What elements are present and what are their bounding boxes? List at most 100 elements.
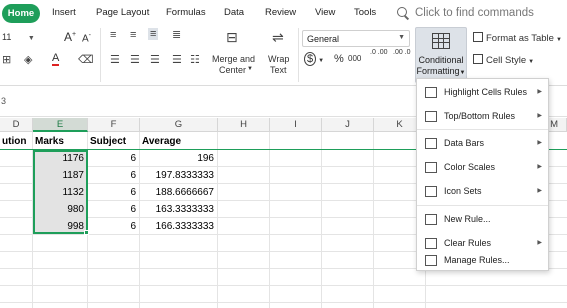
- conditional-formatting-button[interactable]: Conditional Formatting▼: [415, 27, 467, 83]
- menu-item-label: Highlight Cells Rules: [444, 87, 528, 97]
- wrap-text-button[interactable]: ⇌ Wrap Text: [264, 28, 294, 80]
- command-search[interactable]: Click to find commands: [396, 4, 534, 22]
- tab-insert[interactable]: Insert: [52, 7, 76, 18]
- chevron-down-icon: ▼: [247, 66, 253, 72]
- wrap-text-icon: ⇌: [272, 29, 284, 45]
- align-middle-icon[interactable]: ≡: [130, 29, 136, 41]
- cell-marks[interactable]: 1176: [33, 150, 87, 167]
- icon-sets-icon: [425, 186, 437, 197]
- justify-icon[interactable]: ☰: [172, 54, 182, 66]
- gridline: [0, 285, 567, 286]
- cell-marks[interactable]: 998: [33, 218, 87, 235]
- percent-button[interactable]: %: [334, 53, 344, 65]
- merge-and-center-button[interactable]: ⊟ Merge and Center ▼: [212, 28, 258, 80]
- gridline: [0, 302, 567, 303]
- column-header-g[interactable]: G: [140, 118, 218, 132]
- format-as-table-button[interactable]: Format as Table ▼: [473, 32, 562, 44]
- decrease-font-size-glyph: A: [82, 33, 89, 45]
- ribbon-separator: [100, 28, 101, 82]
- align-center-icon[interactable]: ☰: [130, 54, 140, 66]
- cell-average-header[interactable]: Average: [140, 133, 217, 150]
- align-right-icon[interactable]: ☰: [150, 54, 160, 66]
- eraser-icon[interactable]: ⌫: [78, 54, 94, 66]
- menu-item-data-bars[interactable]: Data Bars ▶: [417, 132, 548, 156]
- menu-item-highlight-cells-rules[interactable]: Highlight Cells Rules ▶: [417, 81, 548, 105]
- increase-font-size-button[interactable]: A+: [64, 30, 76, 44]
- submenu-arrow-icon: ▶: [537, 188, 542, 194]
- tab-formulas[interactable]: Formulas: [166, 7, 206, 18]
- format-as-table-label: Format as Table: [486, 33, 554, 44]
- menu-item-label: Clear Rules: [444, 238, 492, 248]
- cell-subject[interactable]: 6: [88, 201, 139, 218]
- merge-label-line-2: Center: [219, 65, 247, 75]
- align-top-icon[interactable]: ≡: [110, 29, 116, 41]
- borders-icon[interactable]: ⊞: [2, 54, 11, 66]
- menu-item-icon-sets[interactable]: Icon Sets ▶: [417, 180, 548, 204]
- number-format-value: General: [307, 34, 340, 44]
- tab-page-layout[interactable]: Page Layout: [96, 7, 149, 18]
- chevron-down-icon: ▼: [528, 59, 535, 65]
- cell-d-header[interactable]: ution: [0, 133, 32, 150]
- menu-item-color-scales[interactable]: Color Scales ▶: [417, 156, 548, 180]
- cell-subject[interactable]: 6: [88, 218, 139, 235]
- data-bars-icon: [425, 138, 437, 149]
- column-header-e[interactable]: E: [33, 118, 88, 132]
- conditional-label-line-2: Formatting: [416, 66, 460, 76]
- align-bottom-icon[interactable]: ≡: [148, 28, 159, 40]
- orientation-icon[interactable]: ≣: [172, 29, 181, 41]
- menu-separator: [417, 129, 548, 130]
- currency-button[interactable]: $ ▼: [304, 52, 324, 66]
- highlight-rules-icon: [425, 87, 437, 98]
- menu-item-new-rule[interactable]: New Rule...: [417, 208, 548, 232]
- cell-subject[interactable]: 6: [88, 150, 139, 167]
- menu-item-top-bottom-rules[interactable]: Top/Bottom Rules ▶: [417, 105, 548, 129]
- cell-marks[interactable]: 1187: [33, 167, 87, 184]
- increase-font-size-glyph: A: [64, 30, 73, 44]
- minus-icon: -: [88, 32, 92, 39]
- color-scales-icon: [425, 162, 437, 173]
- merge-label-line-1: Merge and: [212, 54, 256, 64]
- tab-view[interactable]: View: [315, 7, 335, 18]
- cell-subject-header[interactable]: Subject: [88, 133, 139, 150]
- cell-marks[interactable]: 1132: [33, 184, 87, 201]
- align-left-icon[interactable]: ☰: [110, 54, 120, 66]
- new-rule-icon: [425, 214, 437, 225]
- cell-average[interactable]: 166.3333333: [140, 218, 217, 235]
- distributed-icon[interactable]: ☷: [190, 54, 200, 66]
- tab-data[interactable]: Data: [224, 7, 244, 18]
- tab-review[interactable]: Review: [265, 7, 296, 18]
- cell-marks-header[interactable]: Marks: [33, 133, 87, 150]
- cell-style-button[interactable]: Cell Style ▼: [473, 54, 534, 66]
- cell-average[interactable]: 188.6666667: [140, 184, 217, 201]
- cell-subject[interactable]: 6: [88, 184, 139, 201]
- cell-average[interactable]: 197.8333333: [140, 167, 217, 184]
- submenu-arrow-icon: ▶: [537, 164, 542, 170]
- tab-home[interactable]: Home: [2, 4, 40, 23]
- column-header-f[interactable]: F: [88, 118, 140, 132]
- clear-rules-icon: [425, 238, 437, 249]
- menu-bar: Home Insert Page Layout Formulas Data Re…: [0, 0, 567, 26]
- cell-style-label: Cell Style: [486, 55, 527, 66]
- cell-average[interactable]: 196: [140, 150, 217, 167]
- cell-subject[interactable]: 6: [88, 167, 139, 184]
- number-format-select[interactable]: General ▼: [302, 30, 410, 47]
- decrease-font-size-button[interactable]: A-: [82, 32, 91, 44]
- cell-marks[interactable]: 980: [33, 201, 87, 218]
- cell-average[interactable]: 163.3333333: [140, 201, 217, 218]
- top-bottom-icon: [425, 111, 437, 122]
- increase-decimal-button[interactable]: .0 .00: [370, 49, 392, 57]
- menu-item-manage-rules[interactable]: Manage Rules...: [417, 249, 548, 273]
- tab-tools[interactable]: Tools: [354, 7, 376, 18]
- fill-color-icon[interactable]: ◈: [24, 54, 32, 66]
- thousands-separator-button[interactable]: 000: [348, 54, 361, 63]
- menu-item-label: Data Bars: [444, 138, 485, 148]
- decrease-decimal-button[interactable]: .00 .0: [393, 49, 415, 57]
- font-size-select[interactable]: 11 ▼: [2, 32, 35, 42]
- column-header-d[interactable]: D: [0, 118, 33, 132]
- gridline: [217, 132, 218, 308]
- column-header-i[interactable]: I: [270, 118, 322, 132]
- column-header-h[interactable]: H: [218, 118, 270, 132]
- ribbon-separator: [298, 28, 299, 82]
- column-header-j[interactable]: J: [322, 118, 374, 132]
- font-color-button[interactable]: A: [52, 52, 60, 66]
